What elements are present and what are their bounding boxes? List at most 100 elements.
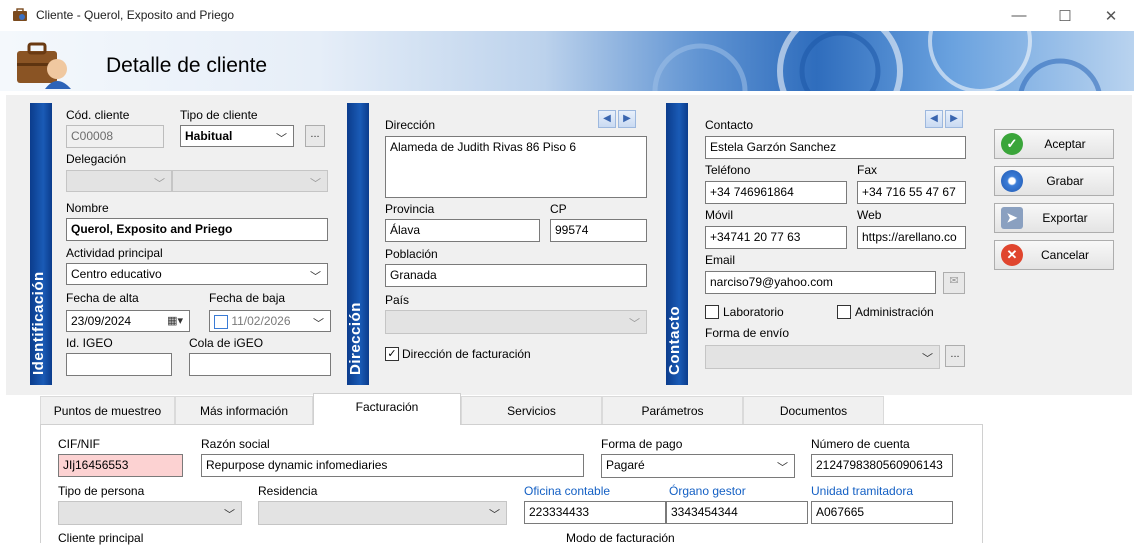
cp-label: CP	[550, 202, 567, 216]
client-briefcase-icon	[17, 42, 71, 89]
section-direccion-label: Dirección	[347, 302, 364, 375]
poblacion-field[interactable]: Granada	[385, 264, 647, 287]
contacto-label: Contacto	[705, 118, 754, 132]
cif-label: CIF/NIF	[58, 437, 100, 451]
chevron-down-icon: ﹀	[777, 462, 788, 474]
fecha-alta-picker[interactable]: 23/09/2024 ▦▾	[66, 310, 190, 332]
contacto-field[interactable]: Estela Garzón Sanchez	[705, 136, 966, 159]
tipo-cliente-select[interactable]: Habitual ﹀	[180, 125, 294, 147]
exportar-label: Exportar	[1042, 211, 1088, 225]
cola-igeo-field[interactable]	[189, 353, 331, 376]
cancel-icon: ✕	[1001, 244, 1023, 266]
aceptar-label: Aceptar	[1044, 137, 1086, 151]
actividad-value: Centro educativo	[71, 267, 162, 281]
chevron-down-icon: ﹀	[313, 318, 324, 330]
email-field[interactable]: narciso79@yahoo.com	[705, 271, 936, 294]
direccion-prev-button[interactable]: ◀	[598, 110, 616, 128]
igeo-field[interactable]	[66, 353, 172, 376]
chevron-down-icon: ﹀	[922, 353, 933, 365]
tipo-persona-select[interactable]: ﹀	[58, 501, 242, 525]
provincia-field[interactable]: Álava	[385, 219, 540, 242]
delegacion-sub-select[interactable]: ﹀	[172, 170, 328, 192]
actividad-label: Actividad principal	[66, 246, 163, 260]
window-title: Cliente - Querol, Exposito and Priego	[36, 8, 235, 22]
chevron-down-icon: ﹀	[489, 509, 500, 521]
fecha-baja-label: Fecha de baja	[209, 291, 286, 305]
organo-gestor-label[interactable]: Órgano gestor	[669, 484, 746, 498]
direccion-field[interactable]: Alameda de Judith Rivas 86 Piso 6	[385, 136, 647, 198]
chevron-down-icon: ﹀	[310, 178, 321, 190]
movil-field[interactable]: +34741 20 77 63	[705, 226, 847, 249]
oficina-contable-field[interactable]: 223334433	[524, 501, 666, 524]
cod-cliente-field[interactable]: C00008	[66, 125, 164, 148]
direccion-facturacion-label: Dirección de facturación	[402, 347, 531, 361]
close-button[interactable]: ✕	[1088, 0, 1134, 31]
forma-pago-select[interactable]: Pagaré ﹀	[601, 454, 795, 478]
grabar-button[interactable]: Grabar	[994, 166, 1114, 196]
fax-field[interactable]: +34 716 55 47 67	[857, 181, 966, 204]
telefono-field[interactable]: +34 746961864	[705, 181, 847, 204]
tipo-cliente-more-button[interactable]: ...	[305, 125, 325, 147]
administracion-checkbox[interactable]	[837, 305, 851, 319]
direccion-facturacion-checkbox[interactable]: ✓	[385, 347, 399, 361]
direccion-next-button[interactable]: ▶	[618, 110, 636, 128]
fecha-baja-picker[interactable]: 11/02/2026 ﹀	[209, 310, 331, 332]
cif-field[interactable]: JIj16456553	[58, 454, 183, 477]
actividad-select[interactable]: Centro educativo ﹀	[66, 263, 328, 285]
minimize-button[interactable]: —	[996, 0, 1042, 31]
forma-envio-select[interactable]: ﹀	[705, 345, 940, 369]
app-briefcase-icon	[13, 8, 27, 21]
section-contacto-label: Contacto	[666, 306, 683, 375]
razon-social-field[interactable]: Repurpose dynamic infomediaries	[201, 454, 584, 477]
residencia-label: Residencia	[258, 484, 318, 498]
pais-label: País	[385, 293, 410, 307]
cola-igeo-label: Cola de iGEO	[189, 336, 264, 350]
oficina-contable-label[interactable]: Oficina contable	[524, 484, 610, 498]
igeo-label: Id. IGEO	[66, 336, 113, 350]
unidad-tramitadora-label[interactable]: Unidad tramitadora	[811, 484, 913, 498]
calendar-dropdown-icon: ▦▾	[167, 315, 183, 327]
provincia-label: Provincia	[385, 202, 435, 216]
forma-pago-label: Forma de pago	[601, 437, 683, 451]
tab-puntos-muestreo[interactable]: Puntos de muestreo	[40, 396, 175, 424]
fecha-baja-checkbox[interactable]	[214, 314, 228, 329]
aceptar-button[interactable]: ✓ Aceptar	[994, 129, 1114, 159]
organo-gestor-field[interactable]: 3343454344	[666, 501, 808, 524]
disk-icon	[1001, 170, 1023, 192]
nombre-field[interactable]: Querol, Exposito and Priego	[66, 218, 328, 241]
laboratorio-checkbox[interactable]	[705, 305, 719, 319]
checkmark-icon: ✓	[1001, 133, 1023, 155]
header-banner: Detalle de cliente	[0, 31, 1134, 91]
fecha-baja-value: 11/02/2026	[231, 314, 291, 328]
contacto-prev-button[interactable]: ◀	[925, 110, 943, 128]
contacto-next-button[interactable]: ▶	[945, 110, 963, 128]
razon-social-label: Razón social	[201, 437, 270, 451]
laboratorio-label: Laboratorio	[723, 305, 784, 319]
tab-documentos[interactable]: Documentos	[743, 396, 884, 424]
tab-servicios[interactable]: Servicios	[461, 396, 602, 424]
tab-mas-informacion[interactable]: Más información	[175, 396, 313, 424]
pais-select[interactable]: ﹀	[385, 310, 647, 334]
exportar-button[interactable]: ➤ Exportar	[994, 203, 1114, 233]
title-bar: Cliente - Querol, Exposito and Priego — …	[0, 0, 1134, 31]
web-field[interactable]: https://arellano.co	[857, 226, 966, 249]
movil-label: Móvil	[705, 208, 734, 222]
unidad-tramitadora-field[interactable]: A067665	[811, 501, 953, 524]
fecha-alta-label: Fecha de alta	[66, 291, 139, 305]
delegacion-select[interactable]: ﹀	[66, 170, 172, 192]
tab-parametros[interactable]: Parámetros	[602, 396, 743, 424]
tipo-cliente-value: Habitual	[185, 129, 233, 143]
numero-cuenta-field[interactable]: 2124798380560906143	[811, 454, 953, 477]
maximize-button[interactable]: ☐	[1042, 0, 1088, 31]
cancelar-button[interactable]: ✕ Cancelar	[994, 240, 1114, 270]
send-email-button[interactable]: ✉	[943, 272, 965, 294]
direccion-label: Dirección	[385, 118, 436, 132]
mail-icon: ✉	[949, 275, 959, 287]
chevron-down-icon: ﹀	[276, 133, 287, 145]
tab-facturacion[interactable]: Facturación	[313, 393, 461, 425]
chevron-down-icon: ﹀	[629, 318, 640, 330]
forma-envio-more-button[interactable]: ...	[945, 345, 965, 367]
cp-field[interactable]: 99574	[550, 219, 647, 242]
nombre-label: Nombre	[66, 201, 109, 215]
residencia-select[interactable]: ﹀	[258, 501, 507, 525]
